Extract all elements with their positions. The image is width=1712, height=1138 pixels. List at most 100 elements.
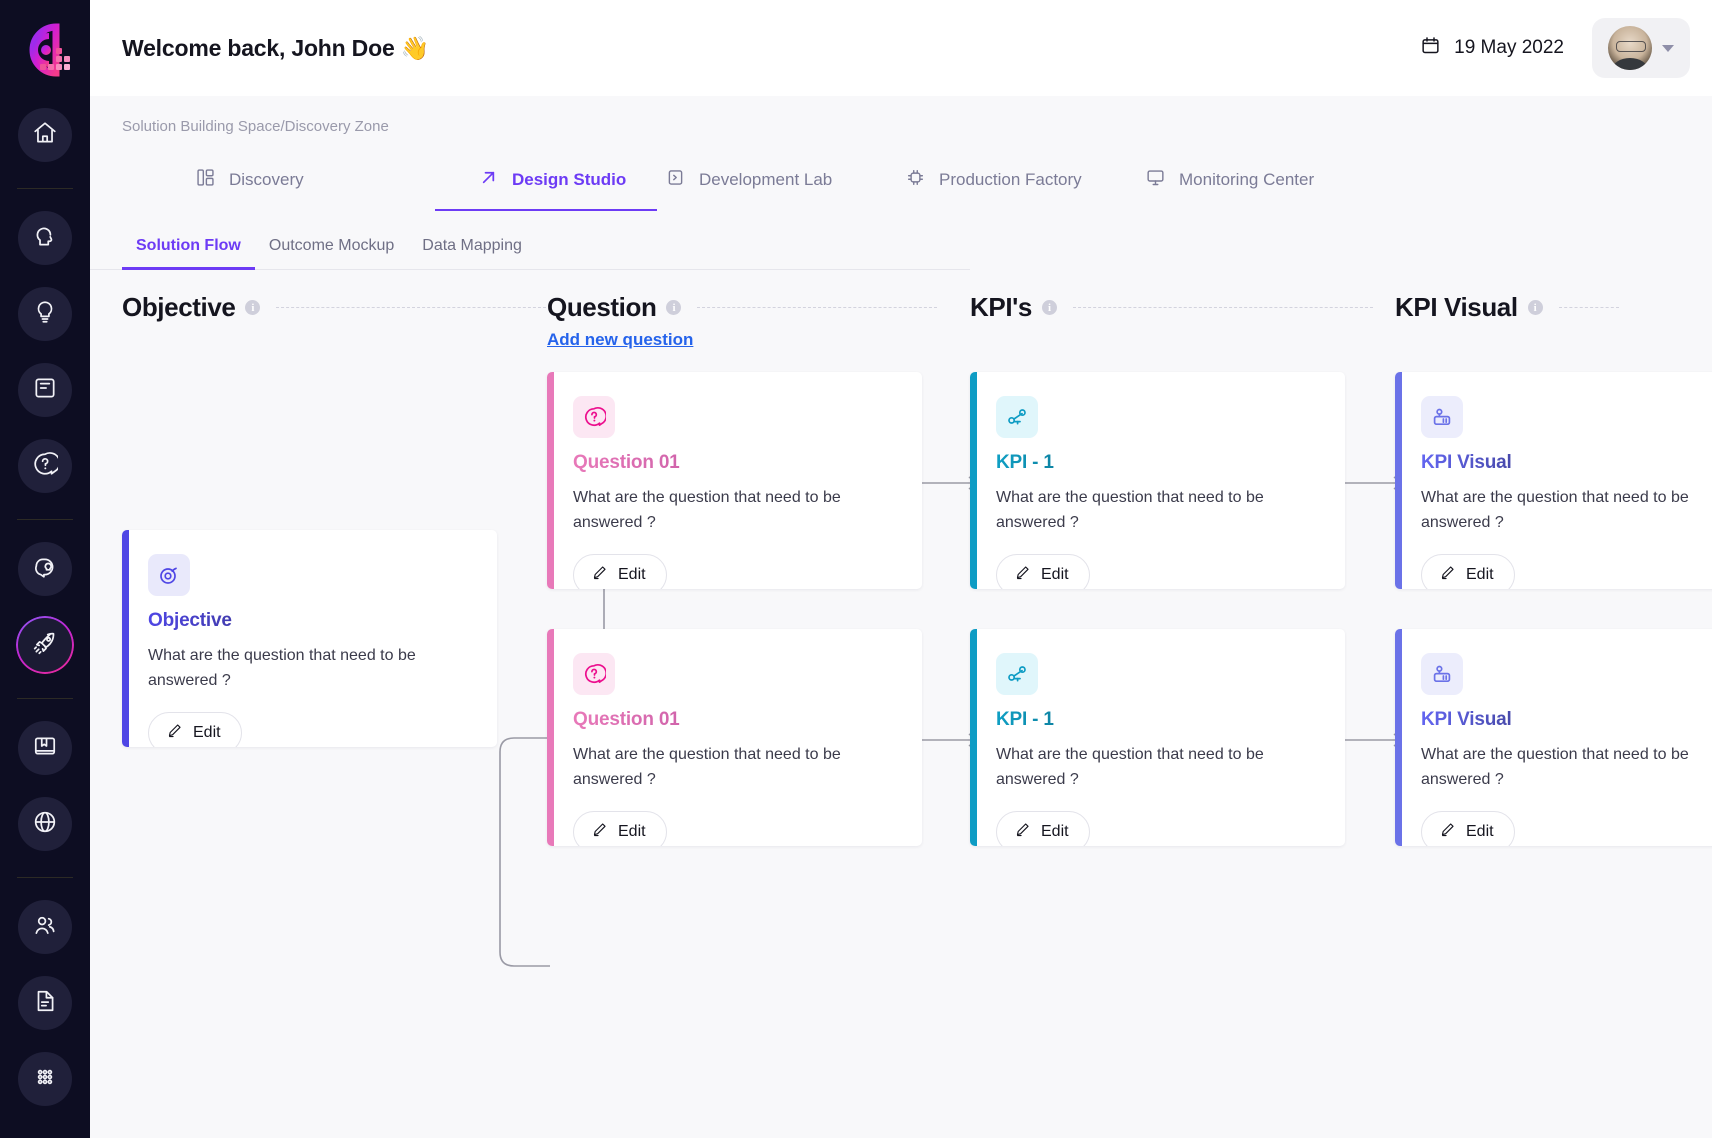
breadcrumb: Solution Building Space/Discovery Zone [122,118,389,135]
question-circle-icon [32,451,61,482]
card-question-2[interactable]: Question 01 What are the question that n… [547,629,922,846]
edit-button[interactable]: Edit [573,810,667,846]
card-kpi-1[interactable]: KPI - 1 What are the question that need … [970,372,1345,589]
card-title: Question 01 [573,452,896,474]
tab-label: Monitoring Center [1179,170,1315,189]
tab-data-mapping[interactable]: Data Mapping [408,221,536,269]
card-kpi-2[interactable]: KPI - 1 What are the question that need … [970,629,1345,846]
info-icon[interactable]: i [245,300,261,315]
brand-d-logo-svg [29,23,70,77]
head-idea-icon [32,554,58,585]
avatar [1608,26,1652,70]
column-title: Objective [122,292,236,322]
info-icon[interactable]: i [666,300,682,315]
page-title: Welcome back, John Doe 👋 [122,34,430,61]
sidebar-item-help[interactable] [18,439,72,493]
edit-button[interactable]: Edit [1421,553,1515,589]
tab-development-lab[interactable]: Development Lab [665,153,905,211]
pencil-icon [1014,821,1031,843]
sidebar [0,0,90,1138]
card-accent-stripe [970,372,977,589]
card-title: KPI - 1 [996,452,1319,474]
key-node-icon [996,396,1038,438]
date-display[interactable]: 19 May 2022 [1420,35,1564,61]
pencil-icon [1439,564,1456,586]
header-dash-line [1558,307,1619,308]
date-label: 19 May 2022 [1454,37,1564,58]
globe-icon [32,809,58,840]
card-title: KPI - 1 [996,709,1319,731]
tab-production-factory[interactable]: Production Factory [905,153,1145,211]
home-icon [32,120,58,151]
tab-monitoring-center[interactable]: Monitoring Center [1145,153,1385,211]
column-title: KPI's [970,292,1032,322]
sidebar-item-global[interactable] [18,797,72,851]
card-body: What are the question that need to be an… [1421,489,1689,531]
edit-button[interactable]: Edit [1421,810,1515,846]
main-tabs: Discovery Design Studio Development Lab … [90,135,1712,211]
header-dash-line [276,307,547,308]
pencil-icon [1439,821,1456,843]
arrow-up-right-icon [478,167,499,193]
card-kpi-visual-2[interactable]: KPI Visual What are the question that ne… [1395,629,1712,846]
grid-dots-icon [32,1064,58,1095]
column-title: KPI Visual [1395,292,1518,322]
pencil-icon [166,722,183,744]
pencil-icon [1014,564,1031,586]
sidebar-divider-2 [17,519,73,520]
info-icon[interactable]: i [1042,300,1057,315]
card-accent-stripe [1395,372,1402,589]
sidebar-item-launch[interactable] [18,618,72,672]
edit-button[interactable]: Edit [148,711,242,747]
sidebar-item-insights[interactable] [18,542,72,596]
rocket-icon [32,630,58,661]
edit-label: Edit [618,822,646,840]
brand-d-logo[interactable] [16,22,74,80]
tab-solution-flow[interactable]: Solution Flow [122,221,255,270]
add-new-question-link[interactable]: Add new question [547,330,693,350]
book-icon [32,375,58,406]
pencil-icon [591,564,608,586]
sidebar-item-apps[interactable] [18,1052,72,1106]
edit-button[interactable]: Edit [996,810,1090,846]
layout-dashboard-icon [195,167,216,193]
sidebar-item-ideas[interactable] [18,287,72,341]
info-icon[interactable]: i [1527,300,1543,315]
sidebar-item-documents[interactable] [18,976,72,1030]
monitor-icon [1145,167,1166,193]
card-body: What are the question that need to be an… [1421,746,1689,788]
sidebar-item-library[interactable] [18,363,72,417]
edit-label: Edit [618,565,646,583]
card-objective[interactable]: Objective What are the question that nee… [122,530,497,747]
user-menu[interactable] [1592,18,1690,78]
card-title: KPI Visual [1421,452,1712,474]
card-body: What are the question that need to be an… [996,489,1264,531]
card-kpi-visual-1[interactable]: KPI Visual What are the question that ne… [1395,372,1712,589]
sidebar-item-archive[interactable] [18,721,72,775]
cpu-chip-icon [905,167,926,193]
header-dash-line [697,307,938,308]
edit-button[interactable]: Edit [996,553,1090,589]
card-title: KPI Visual [1421,709,1712,731]
sidebar-item-teams[interactable] [18,900,72,954]
card-question-1[interactable]: Question 01 What are the question that n… [547,372,922,589]
column-header-objective: Objective i [122,292,547,323]
terminal-icon [665,167,686,193]
edit-label: Edit [193,723,221,741]
key-chart-icon [1421,653,1463,695]
edit-button[interactable]: Edit [573,553,667,589]
tab-label: Development Lab [699,170,833,189]
card-accent-stripe [547,629,554,846]
tab-design-studio[interactable]: Design Studio [435,153,665,211]
sidebar-item-home[interactable] [18,108,72,162]
sidebar-divider-3 [17,698,73,699]
users-icon [32,912,58,943]
tab-discovery[interactable]: Discovery [122,153,435,211]
tab-outcome-mockup[interactable]: Outcome Mockup [255,221,408,269]
chevron-down-icon [1662,44,1674,52]
key-node-icon [996,653,1038,695]
sidebar-item-persona[interactable] [18,211,72,265]
card-body: What are the question that need to be an… [148,647,416,689]
solution-flow-board: Objective i Question i KPI's i KPI Visua… [90,292,1712,1052]
card-title: Objective [148,610,471,632]
